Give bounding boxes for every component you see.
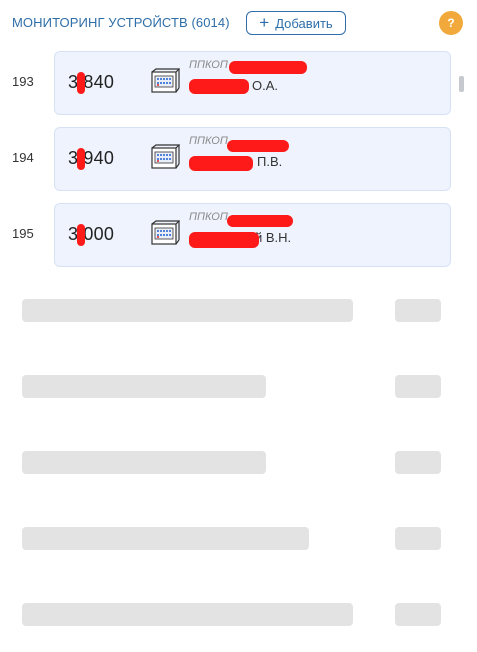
device-type: ППКОП [189, 135, 228, 147]
device-number: 3 940 [68, 148, 115, 168]
skeleton-chip [395, 527, 441, 550]
control-panel-icon [151, 220, 180, 245]
device-owner: П.В. [257, 154, 283, 169]
device-type: ППКОП [189, 211, 228, 223]
redaction-mark [227, 215, 293, 227]
skeleton-line [22, 603, 353, 626]
redaction-mark [77, 72, 85, 94]
control-panel-icon [151, 68, 180, 93]
device-card[interactable]: 3 940 ППКОП П.В. [54, 127, 451, 191]
redaction-mark [77, 224, 85, 246]
page-title: МОНИТОРИНГ УСТРОЙСТВ (6014) [12, 15, 230, 30]
redaction-mark [189, 156, 253, 171]
row-index: 193 [12, 74, 34, 89]
device-number: 3 840 [68, 72, 115, 92]
device-card[interactable]: 3 000 ППКОП й В.Н. [54, 203, 451, 267]
device-owner: й В.Н. [255, 230, 292, 245]
device-number: 3 000 [68, 224, 115, 244]
add-device-button[interactable]: + Добавить [246, 11, 346, 35]
skeleton-chip [395, 299, 441, 322]
scrollbar-thumb[interactable] [459, 76, 464, 92]
redaction-mark [189, 79, 249, 94]
skeleton-line [22, 527, 309, 550]
add-button-label: Добавить [275, 15, 333, 31]
plus-icon: + [259, 13, 270, 32]
redaction-mark [229, 61, 307, 74]
device-monitoring-page: МОНИТОРИНГ УСТРОЙСТВ (6014) + Добавить ?… [0, 0, 477, 652]
skeleton-chip [395, 375, 441, 398]
skeleton-line [22, 375, 266, 398]
row-index: 195 [12, 226, 34, 241]
skeleton-chip [395, 603, 441, 626]
row-index: 194 [12, 150, 34, 165]
header: МОНИТОРИНГ УСТРОЙСТВ (6014) + Добавить ? [0, 0, 477, 44]
device-card[interactable]: 3 840 ППКОП О.А. [54, 51, 451, 115]
redaction-mark [227, 140, 289, 152]
skeleton-chip [395, 451, 441, 474]
skeleton-line [22, 451, 266, 474]
redaction-mark [77, 148, 85, 170]
skeleton-line [22, 299, 353, 322]
help-button[interactable]: ? [439, 11, 463, 35]
device-owner: О.А. [252, 78, 279, 93]
device-type: ППКОП [189, 59, 228, 71]
control-panel-icon [151, 144, 180, 169]
redaction-mark [189, 232, 259, 248]
